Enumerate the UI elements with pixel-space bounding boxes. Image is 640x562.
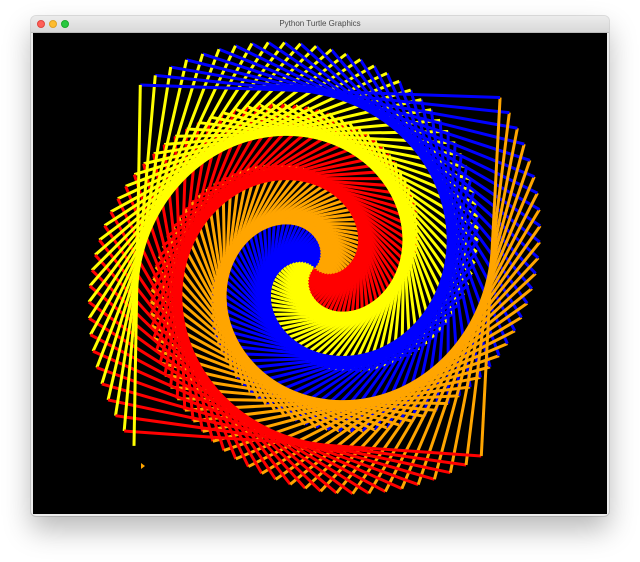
- turtle-drawing: [33, 33, 607, 514]
- turtle-window: Python Turtle Graphics: [31, 16, 609, 516]
- title-bar[interactable]: Python Turtle Graphics: [31, 16, 609, 33]
- window-title: Python Turtle Graphics: [279, 19, 361, 28]
- turtle-canvas-area[interactable]: [33, 33, 607, 514]
